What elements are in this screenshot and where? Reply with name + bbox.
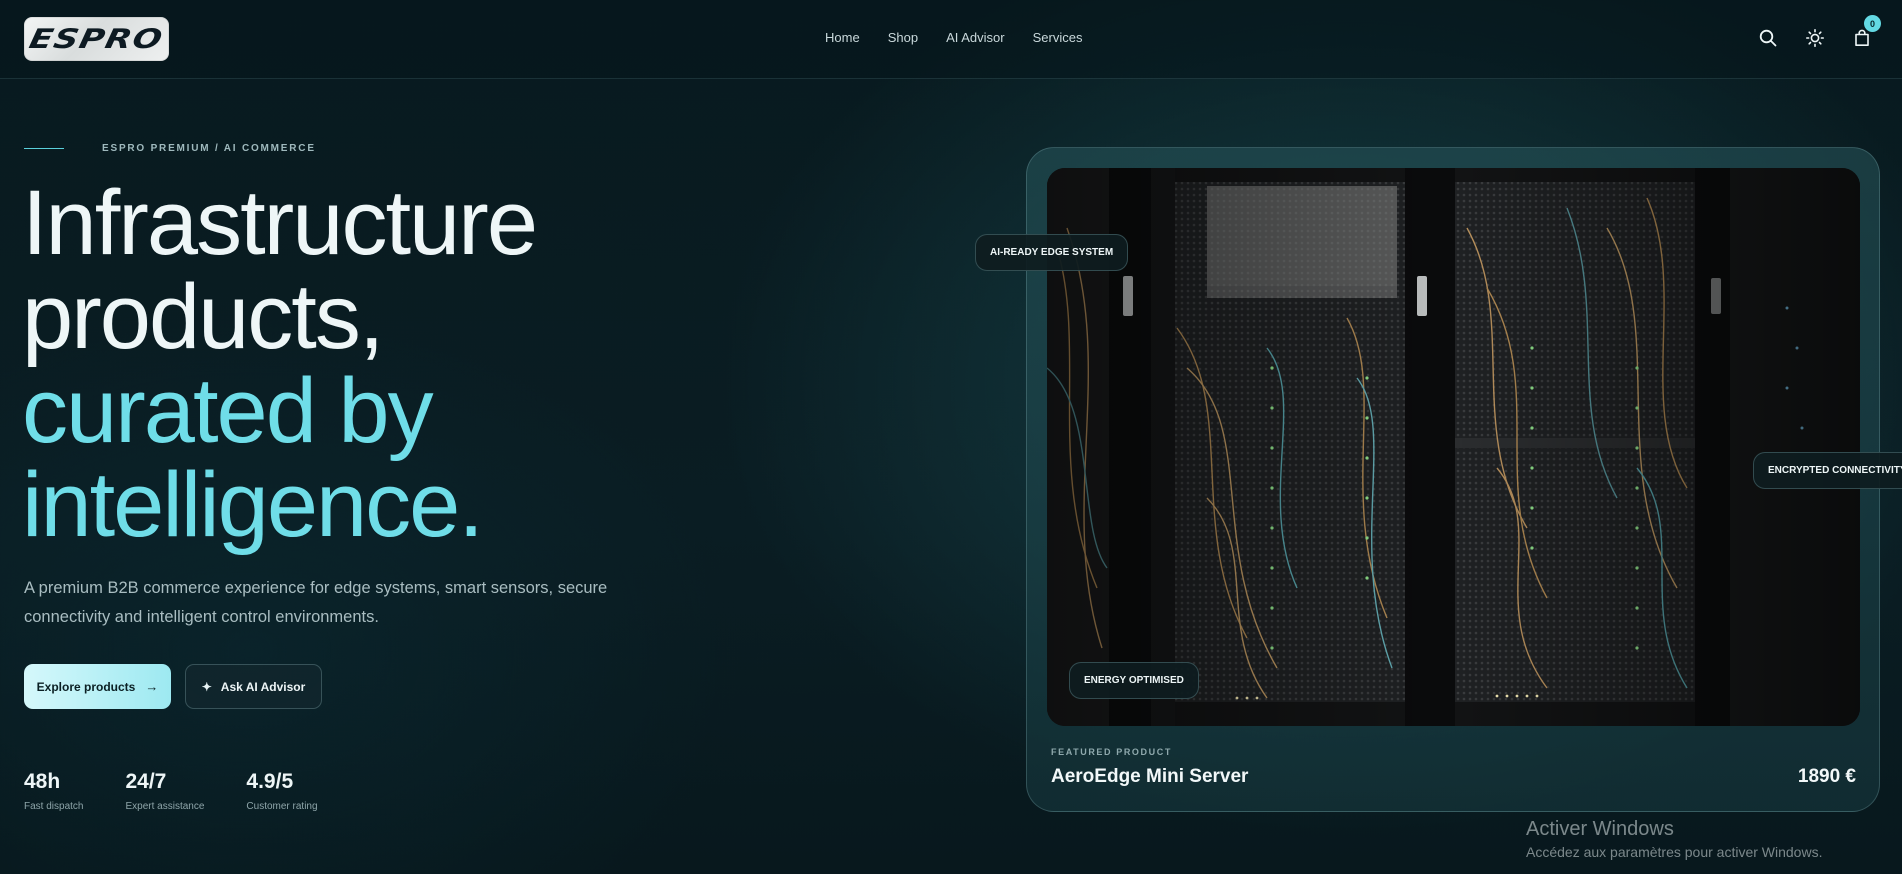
stat-item: 24/7 Expert assistance <box>125 770 204 812</box>
product-name[interactable]: AeroEdge Mini Server <box>1051 766 1248 788</box>
shopping-bag-icon <box>1855 29 1869 46</box>
eyebrow-text: ESPRO PREMIUM / AI COMMERCE <box>102 143 316 154</box>
headline-line-4: intelligence. <box>22 454 484 556</box>
ask-ai-advisor-label: Ask AI Advisor <box>220 679 306 694</box>
headline-line-3: curated by <box>22 360 434 462</box>
featured-label: FEATURED PRODUCT <box>1051 747 1172 757</box>
stat-value: 4.9/5 <box>246 770 294 793</box>
stat-value: 48h <box>24 770 61 793</box>
explore-products-label: Explore products <box>36 679 136 694</box>
hero-stats: 48h Fast dispatch 24/7 Expert assistance… <box>24 770 360 812</box>
search-button[interactable] <box>1756 26 1780 50</box>
ask-ai-advisor-button[interactable]: ✦ Ask AI Advisor <box>185 664 322 709</box>
sun-icon <box>1806 29 1824 47</box>
watermark-subtitle: Accédez aux paramètres pour activer Wind… <box>1526 844 1823 860</box>
nav-ai-advisor[interactable]: AI Advisor <box>946 30 1005 45</box>
espro-logo[interactable]: ESPRO <box>24 17 169 61</box>
badge-encrypted-connectivity: ENCRYPTED CONNECTIVITY <box>1753 452 1902 489</box>
headline-line-1: Infrastructure <box>22 172 538 274</box>
eyebrow-divider <box>24 148 64 149</box>
stat-label: Customer rating <box>246 801 318 812</box>
header-actions: 0 <box>1756 15 1881 50</box>
hero-description: A premium B2B commerce experience for ed… <box>24 579 608 626</box>
watermark-title: Activer Windows <box>1526 818 1674 840</box>
stat-label: Expert assistance <box>125 801 205 812</box>
main-nav: Home Shop AI Advisor Services <box>825 30 1082 45</box>
nav-shop[interactable]: Shop <box>888 30 918 45</box>
cart-button[interactable]: 0 <box>1850 15 1881 50</box>
logo-text: ESPRO <box>26 23 167 55</box>
windows-activation-watermark: Activer Windows Accédez aux paramètres p… <box>1526 818 1822 860</box>
stat-label: Fast dispatch <box>24 801 84 812</box>
stat-value: 24/7 <box>125 770 167 793</box>
featured-product-card[interactable]: AI-READY EDGE SYSTEM ENCRYPTED CONNECTIV… <box>975 147 1902 812</box>
hero-headline: Infrastructure products, curated by inte… <box>22 176 782 552</box>
product-price: 1890 € <box>1797 766 1856 787</box>
arrow-right-icon: → <box>145 679 159 694</box>
nav-home[interactable]: Home <box>825 30 860 45</box>
hero-eyebrow: ESPRO PREMIUM / AI COMMERCE <box>24 143 316 154</box>
headline-line-2: products, <box>22 266 384 368</box>
sparkle-icon: ✦ <box>201 679 212 694</box>
top-navigation-bar: ESPRO Home Shop AI Advisor Services 0 <box>0 0 1902 79</box>
server-rack-image <box>1047 168 1860 726</box>
theme-toggle-button[interactable] <box>1803 26 1827 50</box>
server-rack-illustration <box>1047 168 1860 726</box>
badge-ai-ready: AI-READY EDGE SYSTEM <box>975 234 1129 271</box>
nav-services[interactable]: Services <box>1033 30 1083 45</box>
explore-products-button[interactable]: Explore products → <box>24 664 171 709</box>
stat-item: 48h Fast dispatch <box>24 770 83 812</box>
search-icon <box>1759 29 1777 47</box>
badge-energy-optimised: ENERGY OPTIMISED <box>1069 662 1199 699</box>
stat-item: 4.9/5 Customer rating <box>246 770 317 812</box>
cart-count-badge: 0 <box>1864 15 1881 32</box>
